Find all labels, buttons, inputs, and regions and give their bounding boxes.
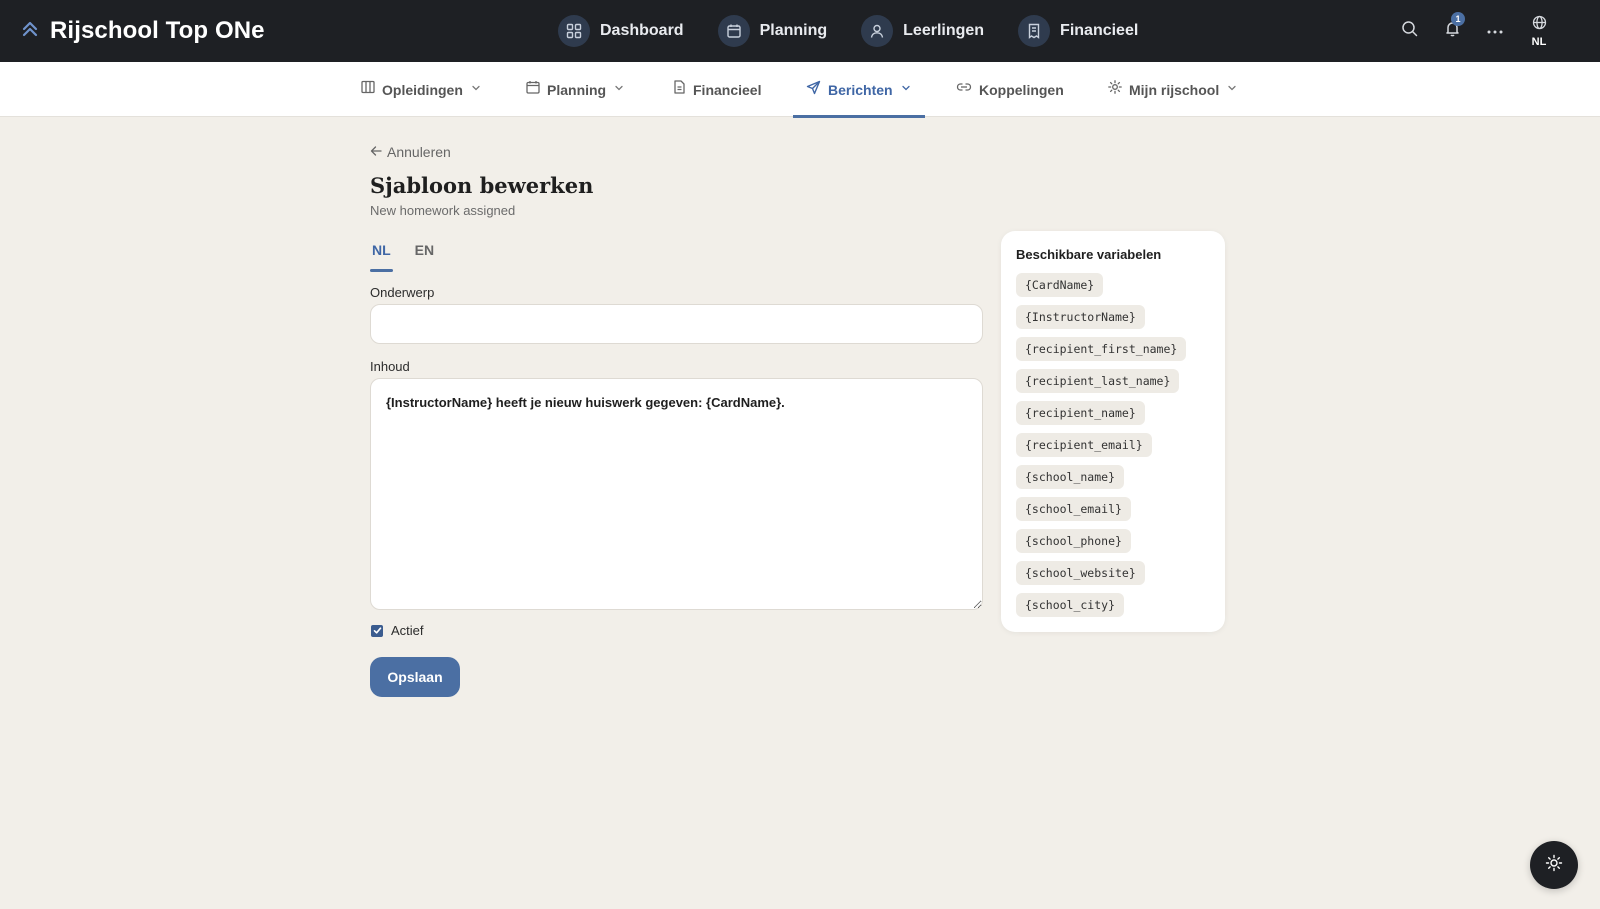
active-toggle: Actief xyxy=(371,623,424,638)
notifications-button[interactable]: 1 xyxy=(1438,0,1466,62)
subject-input[interactable] xyxy=(370,304,983,344)
variables-panel: Beschikbare variabelen {CardName} {Instr… xyxy=(1001,231,1225,632)
search-icon xyxy=(1401,20,1418,42)
document-icon xyxy=(673,80,686,99)
active-tab-underline xyxy=(793,115,925,118)
content-textarea[interactable]: {InstructorName} heeft je nieuw huiswerk… xyxy=(370,378,983,610)
subnav-label: Mijn rijschool xyxy=(1129,81,1220,98)
more-button[interactable] xyxy=(1481,0,1509,62)
mainnav-item-dashboard[interactable]: Dashboard xyxy=(558,15,684,47)
search-button[interactable] xyxy=(1395,0,1423,62)
notification-badge: 1 xyxy=(1451,12,1465,26)
user-icon xyxy=(861,15,894,47)
theme-toggle-button[interactable] xyxy=(1530,841,1578,889)
subnav-item-koppelingen[interactable]: Koppelingen xyxy=(956,62,1064,117)
link-icon xyxy=(956,80,972,99)
subnav-item-opleidingen[interactable]: Opleidingen xyxy=(361,62,482,117)
subnav-label: Berichten xyxy=(828,81,893,98)
subnav-item-berichten[interactable]: Berichten xyxy=(793,62,925,118)
content-label: Inhoud xyxy=(370,359,410,374)
variable-chip[interactable]: {school_city} xyxy=(1016,593,1125,617)
logo-chevrons-icon xyxy=(20,19,40,44)
variable-chip[interactable]: {recipient_last_name} xyxy=(1016,369,1180,393)
chevron-down-icon xyxy=(900,81,912,99)
variable-chip[interactable]: {school_email} xyxy=(1016,497,1131,521)
subnav-label: Planning xyxy=(547,81,607,98)
mainnav-item-leerlingen[interactable]: Leerlingen xyxy=(861,15,984,47)
sub-nav: Opleidingen Planning Financieel Berichte… xyxy=(0,62,1600,118)
settings-sun-icon xyxy=(1108,80,1122,99)
subnav-item-mijn-rijschool[interactable]: Mijn rijschool xyxy=(1108,62,1238,117)
tab-en[interactable]: EN xyxy=(413,236,436,272)
variable-chip[interactable]: {recipient_name} xyxy=(1016,401,1145,425)
subnav-label: Opleidingen xyxy=(382,81,463,98)
top-bar: Rijschool Top ONe Dashboard Planning Lee… xyxy=(0,0,1600,62)
mainnav-label: Financieel xyxy=(1060,22,1139,39)
mainnav-label: Planning xyxy=(759,22,828,39)
mainnav-item-planning[interactable]: Planning xyxy=(717,15,828,47)
columns-icon xyxy=(361,80,375,99)
receipt-icon xyxy=(1018,15,1051,47)
subject-label: Onderwerp xyxy=(370,285,435,300)
variable-chip[interactable]: {recipient_email} xyxy=(1016,433,1152,457)
variable-chip[interactable]: {school_website} xyxy=(1016,561,1145,585)
chevron-down-icon xyxy=(1226,81,1238,99)
language-switch[interactable]: NL xyxy=(1524,0,1554,62)
calendar-icon xyxy=(526,80,540,99)
arrow-left-icon xyxy=(370,144,382,160)
dashboard-grid-icon xyxy=(558,15,590,47)
language-label: NL xyxy=(1531,35,1547,48)
variable-chip[interactable]: {InstructorName} xyxy=(1016,305,1145,329)
mainnav-item-financieel[interactable]: Financieel xyxy=(1018,15,1138,47)
variable-chip[interactable]: {school_phone} xyxy=(1016,529,1131,553)
brand[interactable]: Rijschool Top ONe xyxy=(20,0,265,62)
page-title: Sjabloon bewerken xyxy=(370,173,594,198)
main-nav: Dashboard Planning Leerlingen Financieel xyxy=(558,0,1172,62)
sun-icon xyxy=(1545,854,1563,877)
variable-chip[interactable]: {CardName} xyxy=(1016,273,1104,297)
save-button[interactable]: Opslaan xyxy=(370,657,460,697)
subnav-item-financieel[interactable]: Financieel xyxy=(673,62,761,117)
active-label: Actief xyxy=(391,623,424,638)
more-dots-icon xyxy=(1486,22,1504,40)
variable-chip[interactable]: {recipient_first_name} xyxy=(1016,337,1187,361)
language-tabs: NL EN xyxy=(370,236,436,272)
app-title: Rijschool Top ONe xyxy=(50,17,265,44)
tab-nl[interactable]: NL xyxy=(370,236,393,272)
chevron-down-icon xyxy=(613,81,625,99)
subnav-label: Koppelingen xyxy=(979,81,1064,98)
active-checkbox[interactable] xyxy=(371,624,383,637)
back-link[interactable]: Annuleren xyxy=(370,144,451,160)
calendar-icon xyxy=(717,15,750,47)
subnav-item-planning[interactable]: Planning xyxy=(526,62,625,117)
subnav-label: Financieel xyxy=(693,81,762,98)
variables-title: Beschikbare variabelen xyxy=(1016,247,1162,262)
back-label: Annuleren xyxy=(387,144,451,160)
mainnav-label: Leerlingen xyxy=(903,22,985,39)
send-icon xyxy=(806,80,821,100)
variable-chip[interactable]: {school_name} xyxy=(1016,465,1125,489)
mainnav-label: Dashboard xyxy=(600,22,684,39)
chevron-down-icon xyxy=(470,81,482,99)
globe-icon xyxy=(1532,15,1547,33)
page-subtitle: New homework assigned xyxy=(370,203,516,218)
